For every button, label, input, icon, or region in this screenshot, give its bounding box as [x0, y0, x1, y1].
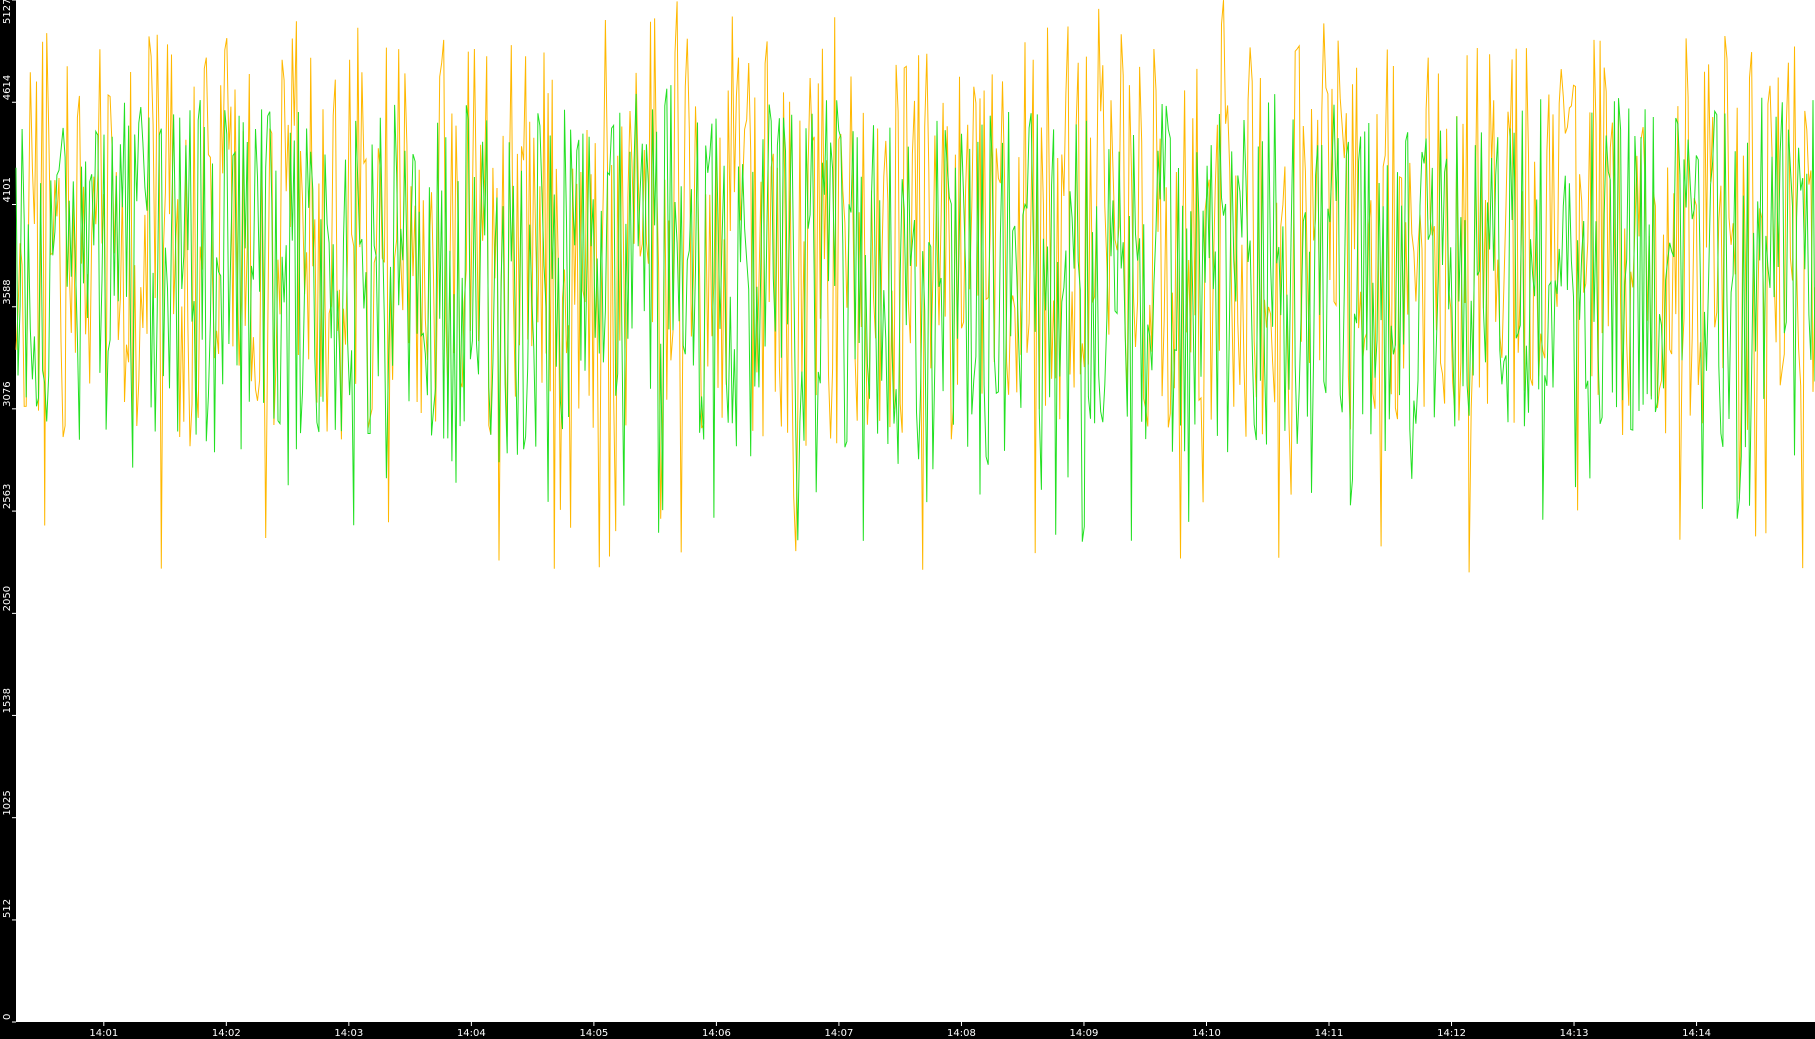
y-axis: 0 512 1025 1538 2050 2563 3076 3588 4101 4614 5127: [2, 0, 16, 1023]
y-tick-label: 4614: [2, 75, 13, 100]
x-tick-label: 14:09: [1070, 1028, 1099, 1039]
x-tick-label: 14:04: [457, 1028, 486, 1039]
y-tick-label: 3588: [2, 279, 13, 304]
x-tick-label: 14:05: [579, 1028, 608, 1039]
y-tick-label: 5127: [2, 0, 13, 24]
x-tick-label: 14:12: [1437, 1028, 1466, 1039]
y-tick-label: 4101: [2, 177, 13, 202]
x-tick-label: 14:03: [334, 1028, 363, 1039]
x-tick-label: 14:14: [1682, 1028, 1711, 1039]
y-tick-label: 512: [2, 899, 13, 918]
x-tick-label: 14:01: [89, 1028, 118, 1039]
x-tick-label: 14:07: [825, 1028, 854, 1039]
x-tick-label: 14:08: [947, 1028, 976, 1039]
x-tick-label: 14:02: [212, 1028, 241, 1039]
chart-container: 0 512 1025 1538 2050 2563 3076 3588 4101 4614 5127…: [0, 0, 1815, 1039]
y-tick-label: 2563: [2, 484, 13, 509]
y-tick-label: 1025: [2, 790, 13, 815]
y-tick-label: 0: [2, 1014, 13, 1020]
line-chart: 0 512 1025 1538 2050 2563 3076 3588 4101 4614 5127…: [2, 0, 1815, 1039]
x-tick-label: 14:06: [702, 1028, 731, 1039]
x-tick-label: 14:13: [1560, 1028, 1589, 1039]
x-axis: 14:01 14:02 14:03 14:04 14:05 14:06 14:07 14:08…: [89, 1022, 1711, 1039]
y-tick-label: 1538: [2, 688, 13, 713]
x-tick-label: 14:11: [1315, 1028, 1344, 1039]
x-tick-label: 14:10: [1192, 1028, 1221, 1039]
y-tick-label: 3076: [2, 381, 13, 406]
y-tick-label: 2050: [2, 586, 13, 611]
